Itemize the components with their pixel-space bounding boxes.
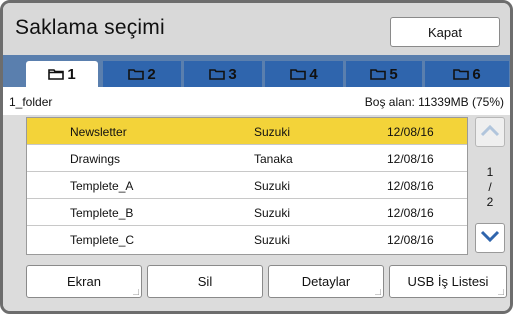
folder-icon [453,68,470,80]
corner-mark-icon [498,289,504,295]
folder-icon [290,68,307,80]
file-owner: Tanaka [254,152,293,166]
tab-label: 2 [147,65,156,83]
file-date: 12/08/16 [387,125,434,139]
folder-icon [370,68,387,80]
file-owner: Suzuki [254,206,291,220]
page-separator: / [488,180,492,194]
current-folder-name: 1_folder [9,95,53,109]
folder-icon [209,68,226,80]
file-owner: Suzuki [254,179,291,193]
list-item[interactable]: Templete_A Suzuki 12/08/16 [27,172,467,199]
file-name: Drawings [70,152,121,166]
screen-button-label: Ekran [67,274,101,289]
tab-folder-2[interactable]: 2 [103,61,181,87]
total-pages: 2 [486,195,494,209]
details-button[interactable]: Detaylar [268,265,384,298]
usb-job-list-button[interactable]: USB İş Listesi [389,265,507,298]
file-date: 12/08/16 [387,206,434,220]
tab-folder-4[interactable]: 4 [265,61,343,87]
list-item[interactable]: Templete_B Suzuki 12/08/16 [27,199,467,226]
folder-icon [128,68,145,80]
file-date: 12/08/16 [387,179,434,193]
scroll-down-button[interactable] [475,223,505,253]
tab-label: 4 [309,65,318,83]
close-button[interactable]: Kapat [390,17,500,47]
storage-selection-window: Saklama seçimi Kapat 1 2 3 4 5 6 1_folde… [0,0,513,314]
tab-folder-1[interactable]: 1 [26,61,98,87]
chevron-up-icon [480,123,500,142]
list-item[interactable]: Templete_C Suzuki 12/08/16 [27,226,467,253]
details-button-label: Detaylar [301,274,351,289]
tab-folder-3[interactable]: 3 [184,61,262,87]
tab-folder-6[interactable]: 6 [425,61,509,87]
free-space-text: Boş alan: 11339MB (75%) [364,95,504,109]
usb-job-list-label: USB İş Listesi [407,274,489,289]
file-name: Templete_C [70,233,135,247]
list-item[interactable]: Drawings Tanaka 12/08/16 [27,145,467,172]
file-name: Newsletter [70,125,127,139]
current-page: 1 [486,165,494,179]
screen-button[interactable]: Ekran [26,265,142,298]
tab-label: 5 [389,65,398,83]
corner-mark-icon [375,289,381,295]
tab-label: 6 [472,65,481,83]
page-indicator: 1 / 2 [471,165,509,210]
tab-label: 3 [228,65,237,83]
tab-label: 1 [67,65,76,83]
file-name: Templete_B [70,206,134,220]
delete-button-label: Sil [197,274,213,289]
scroll-up-button[interactable] [475,117,505,147]
list-item[interactable]: Newsletter Suzuki 12/08/16 [27,118,467,145]
file-list: Newsletter Suzuki 12/08/16 Drawings Tana… [26,117,468,255]
chevron-down-icon [480,229,500,248]
folder-icon [48,68,65,80]
tab-folder-5[interactable]: 5 [346,61,422,87]
file-owner: Suzuki [254,125,291,139]
list-scroller: 1 / 2 [471,117,509,253]
folder-info-bar: 1_folder Boş alan: 11339MB (75%) [3,87,510,115]
file-date: 12/08/16 [387,233,434,247]
file-date: 12/08/16 [387,152,434,166]
delete-button[interactable]: Sil [147,265,263,298]
title-bar: Saklama seçimi Kapat [3,3,510,55]
file-name: Templete_A [70,179,134,193]
corner-mark-icon [133,289,139,295]
file-owner: Suzuki [254,233,291,247]
window-title: Saklama seçimi [15,16,165,39]
